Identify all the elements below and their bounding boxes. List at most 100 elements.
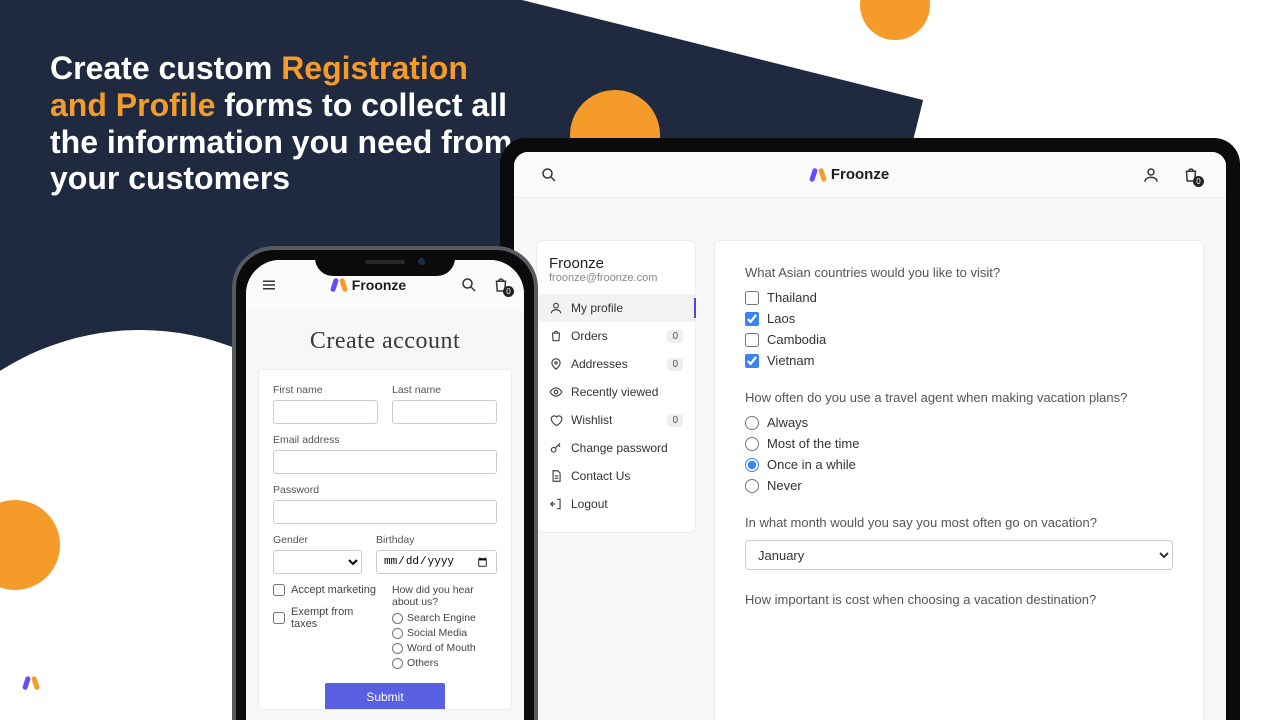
- cart-badge: 0: [1193, 176, 1204, 187]
- cart-badge: 0: [503, 286, 514, 297]
- search-icon[interactable]: [540, 166, 558, 184]
- hear-label: Search Engine: [407, 612, 476, 624]
- country-checkbox[interactable]: [745, 312, 759, 326]
- frequency-option[interactable]: Always: [745, 415, 1173, 430]
- birthday-input[interactable]: [376, 550, 497, 574]
- bag-icon: [549, 329, 563, 343]
- sidebar-name: Froonze: [549, 255, 683, 272]
- sidebar-item-label: Recently viewed: [571, 385, 658, 399]
- cart-icon[interactable]: 0: [1182, 166, 1200, 184]
- frequency-option[interactable]: Never: [745, 478, 1173, 493]
- sidebar-item-recently-viewed[interactable]: Recently viewed: [537, 378, 695, 406]
- sidebar-item-orders[interactable]: Orders0: [537, 322, 695, 350]
- sidebar-item-wishlist[interactable]: Wishlist 0: [537, 406, 695, 434]
- submit-button[interactable]: Submit: [325, 683, 445, 710]
- frequency-radio[interactable]: [745, 479, 759, 493]
- key-icon: [549, 441, 563, 455]
- sidebar-item-logout[interactable]: Logout: [537, 490, 695, 518]
- question-label: What Asian countries would you like to v…: [745, 265, 1173, 280]
- country-label: Vietnam: [767, 353, 814, 368]
- hear-option[interactable]: Social Media: [392, 627, 497, 639]
- laptop-topbar: Froonze 0: [514, 152, 1226, 198]
- country-label: Laos: [767, 311, 795, 326]
- eye-icon: [549, 385, 563, 399]
- hear-option[interactable]: Search Engine: [392, 612, 497, 624]
- profile-form-panel: What Asian countries would you like to v…: [714, 240, 1204, 720]
- country-option[interactable]: Cambodia: [745, 332, 1173, 347]
- laptop-mock: Froonze 0 Froonze froonze@froonz: [500, 138, 1240, 720]
- cart-icon[interactable]: 0: [492, 276, 510, 294]
- hear-radio[interactable]: [392, 658, 403, 669]
- heart-icon: [549, 413, 563, 427]
- month-select[interactable]: January: [745, 540, 1173, 570]
- sidebar-item-label: Contact Us: [571, 469, 630, 483]
- brand-mark-icon: [24, 676, 38, 690]
- password-label: Password: [273, 484, 497, 496]
- user-icon[interactable]: [1142, 166, 1160, 184]
- accept-marketing-label: Accept marketing: [291, 584, 376, 596]
- accent-dot: [860, 0, 930, 40]
- account-sidebar: Froonze froonze@froonze.com My profile Or…: [536, 240, 696, 533]
- frequency-radio[interactable]: [745, 458, 759, 472]
- count-badge: 0: [667, 414, 683, 427]
- question-label: How important is cost when choosing a va…: [745, 592, 1173, 607]
- first-name-input[interactable]: [273, 400, 378, 424]
- count-badge: 0: [667, 330, 683, 343]
- sidebar-item-label: Logout: [571, 497, 608, 511]
- headline: Create custom Registration and Profile f…: [50, 50, 520, 197]
- count-badge: 0: [667, 358, 683, 371]
- frequency-label: Never: [767, 478, 802, 493]
- hear-radio[interactable]: [392, 643, 403, 654]
- user-icon: [549, 301, 563, 315]
- country-checkbox[interactable]: [745, 354, 759, 368]
- frequency-radio[interactable]: [745, 416, 759, 430]
- sidebar-item-label: Change password: [571, 441, 668, 455]
- sidebar-email: froonze@froonze.com: [549, 272, 683, 284]
- registration-form: First name Last name Email address Passw…: [258, 369, 512, 710]
- sidebar-item-addresses[interactable]: Addresses 0: [537, 350, 695, 378]
- gender-label: Gender: [273, 534, 362, 546]
- hear-option[interactable]: Word of Mouth: [392, 642, 497, 654]
- first-name-label: First name: [273, 384, 378, 396]
- frequency-radio[interactable]: [745, 437, 759, 451]
- hear-radio[interactable]: [392, 628, 403, 639]
- brand-logo: Froonze: [811, 166, 889, 183]
- frequency-option[interactable]: Most of the time: [745, 436, 1173, 451]
- country-label: Thailand: [767, 290, 817, 305]
- accept-marketing-checkbox[interactable]: [273, 584, 285, 596]
- phone-mock: Froonze 0 Create account First name: [232, 246, 538, 720]
- country-option[interactable]: Thailand: [745, 290, 1173, 305]
- country-checkbox[interactable]: [745, 291, 759, 305]
- hear-option[interactable]: Others: [392, 657, 497, 669]
- sidebar-item-my-profile[interactable]: My profile: [537, 294, 695, 322]
- email-input[interactable]: [273, 450, 497, 474]
- sidebar-item-label: My profile: [571, 301, 623, 315]
- sidebar-item-change-password[interactable]: Change password: [537, 434, 695, 462]
- gender-select[interactable]: [273, 550, 362, 574]
- exempt-taxes-checkbox[interactable]: [273, 612, 285, 624]
- menu-icon[interactable]: [260, 276, 278, 294]
- frequency-label: Once in a while: [767, 457, 856, 472]
- country-checkbox[interactable]: [745, 333, 759, 347]
- frequency-label: Always: [767, 415, 808, 430]
- frequency-option[interactable]: Once in a while: [745, 457, 1173, 472]
- question-label: In what month would you say you most oft…: [745, 515, 1173, 530]
- password-input[interactable]: [273, 500, 497, 524]
- email-label: Email address: [273, 434, 497, 446]
- hear-label: Social Media: [407, 627, 467, 639]
- hear-radio[interactable]: [392, 613, 403, 624]
- hear-label: Word of Mouth: [407, 642, 476, 654]
- last-name-input[interactable]: [392, 400, 497, 424]
- hear-about-label: How did you hear about us?: [392, 584, 497, 608]
- last-name-label: Last name: [392, 384, 497, 396]
- brand-mark-icon: [332, 278, 346, 292]
- sidebar-item-label: Wishlist: [571, 413, 612, 427]
- sidebar-item-label: Addresses: [571, 357, 628, 371]
- sidebar-item-contact-us[interactable]: Contact Us: [537, 462, 695, 490]
- brand-mark-icon: [811, 168, 825, 182]
- brand-logo: Froonze: [332, 277, 406, 293]
- country-option[interactable]: Laos: [745, 311, 1173, 326]
- country-option[interactable]: Vietnam: [745, 353, 1173, 368]
- search-icon[interactable]: [460, 276, 478, 294]
- frequency-label: Most of the time: [767, 436, 859, 451]
